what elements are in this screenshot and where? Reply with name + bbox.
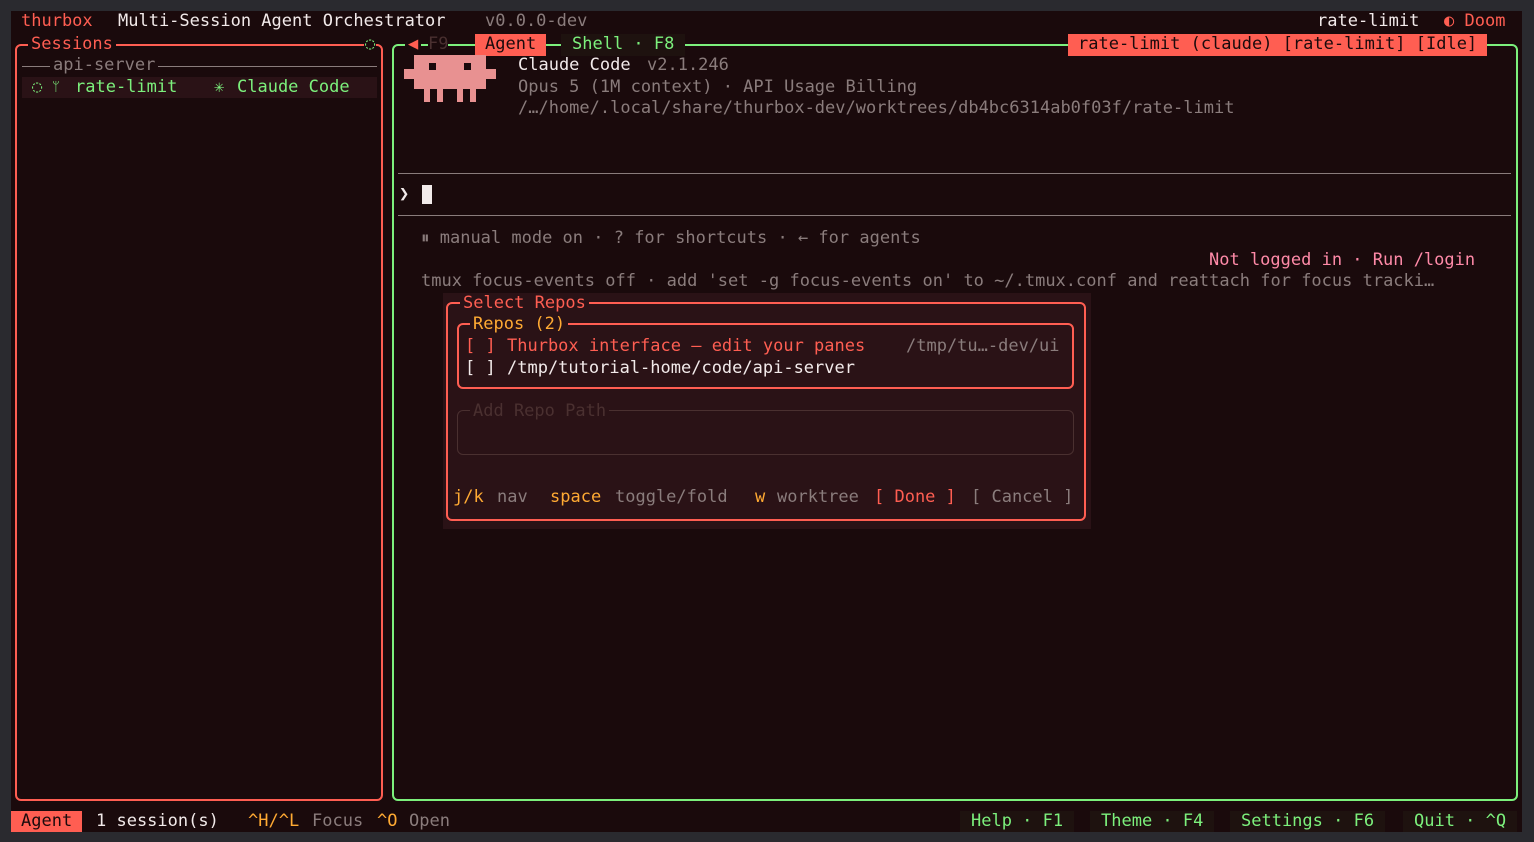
dialog-title: Select Repos: [460, 293, 589, 315]
help-button[interactable]: Help · F1: [960, 811, 1075, 832]
session-spinner-icon: ◌: [32, 77, 43, 97]
open-shortcut-desc: Open: [409, 811, 450, 831]
theme-name: Doom: [1464, 11, 1506, 31]
repo-name: /tmp/tutorial-home/code/api-server: [507, 358, 855, 378]
branch-icon: ᛘ: [52, 80, 60, 95]
terminal-window: thurbox Multi-Session Agent Orchestrator…: [11, 11, 1522, 832]
hint-desc-toggle: toggle/fold: [615, 487, 728, 507]
login-warning[interactable]: Not logged in · Run /login: [1209, 250, 1475, 272]
done-button[interactable]: [ Done ]: [874, 487, 956, 509]
repo-checkbox[interactable]: [ ]: [465, 358, 496, 380]
prompt-chevron-icon: ❯: [399, 184, 410, 204]
app-name: thurbox: [21, 11, 93, 31]
focus-shortcut-key: ^H/^L: [248, 811, 300, 831]
prev-tab-key: F9: [428, 34, 449, 56]
hint-desc-worktree: worktree: [777, 487, 859, 507]
tab-agent[interactable]: Agent: [475, 34, 547, 56]
session-list-item[interactable]: ◌ ᛘ rate-limit ✳ Claude Code: [22, 77, 377, 98]
repo-item[interactable]: [ ] /tmp/tutorial-home/code/api-server: [465, 358, 1069, 379]
prompt-top-rule: [398, 173, 1511, 174]
agent-model-line: Opus 5 (1M context) · API Usage Billing: [518, 77, 918, 97]
agent-path-line: /…/home/.local/share/thurbox-dev/worktre…: [518, 98, 1235, 118]
session-name: rate-limit: [75, 77, 178, 97]
moon-icon: ◐: [1444, 11, 1455, 31]
add-repo-path-title: Add Repo Path: [470, 401, 610, 423]
hint-key-worktree: w: [755, 487, 766, 507]
sessions-panel: [15, 44, 383, 801]
claude-asterisk-icon: ✳: [214, 77, 225, 97]
mode-indicator: Agent: [11, 811, 83, 832]
current-session-name: rate-limit: [1317, 11, 1420, 31]
tmux-warning: tmux focus-events off · add 'set -g focu…: [421, 271, 1435, 291]
focus-shortcut-desc: Focus: [312, 811, 364, 831]
app-version: v0.0.0-dev: [485, 11, 588, 31]
settings-button[interactable]: Settings · F6: [1230, 811, 1386, 832]
agent-app-version: v2.1.246: [647, 55, 729, 75]
session-status-label: rate-limit (claude) [rate-limit] [Idle]: [1068, 34, 1488, 56]
theme-button[interactable]: Theme · F4: [1090, 811, 1215, 832]
tab-shell[interactable]: Shell · F8: [561, 34, 686, 56]
repo-item[interactable]: [ ] Thurbox interface — edit your panes …: [465, 336, 1069, 357]
sessions-title: Sessions: [28, 34, 116, 56]
group-header-api-server[interactable]: api-server: [50, 55, 159, 77]
cancel-button[interactable]: [ Cancel ]: [971, 487, 1073, 509]
repo-checkbox[interactable]: [ ]: [465, 336, 496, 357]
repos-list-title: Repos (2): [470, 314, 569, 336]
repo-name: Thurbox interface — edit your panes: [507, 336, 866, 356]
hint-key-toggle: space: [550, 487, 602, 507]
refresh-spinner-icon: ◌: [364, 34, 377, 56]
prev-tab-arrow-icon[interactable]: ◀: [405, 34, 422, 56]
repo-path: /tmp/tu…-dev/ui: [906, 336, 1060, 356]
prompt-input[interactable]: [422, 185, 432, 204]
agent-app-title: Claude Code: [518, 55, 631, 75]
session-agent-name: Claude Code: [237, 77, 350, 97]
session-count: 1 session(s): [96, 811, 219, 831]
open-shortcut-key: ^O: [377, 811, 398, 831]
hint-desc-nav: nav: [497, 487, 528, 507]
hint-key-nav: j/k: [453, 487, 484, 507]
app-subtitle: Multi-Session Agent Orchestrator: [118, 11, 446, 31]
quit-button[interactable]: Quit · ^Q: [1403, 811, 1518, 832]
prompt-bottom-rule: [398, 215, 1511, 216]
theme-indicator[interactable]: ◐ Doom: [1444, 11, 1505, 33]
claude-mascot-icon: [404, 55, 496, 102]
mode-status-line: ⏸ manual mode on · ? for shortcuts · ← f…: [421, 228, 921, 248]
